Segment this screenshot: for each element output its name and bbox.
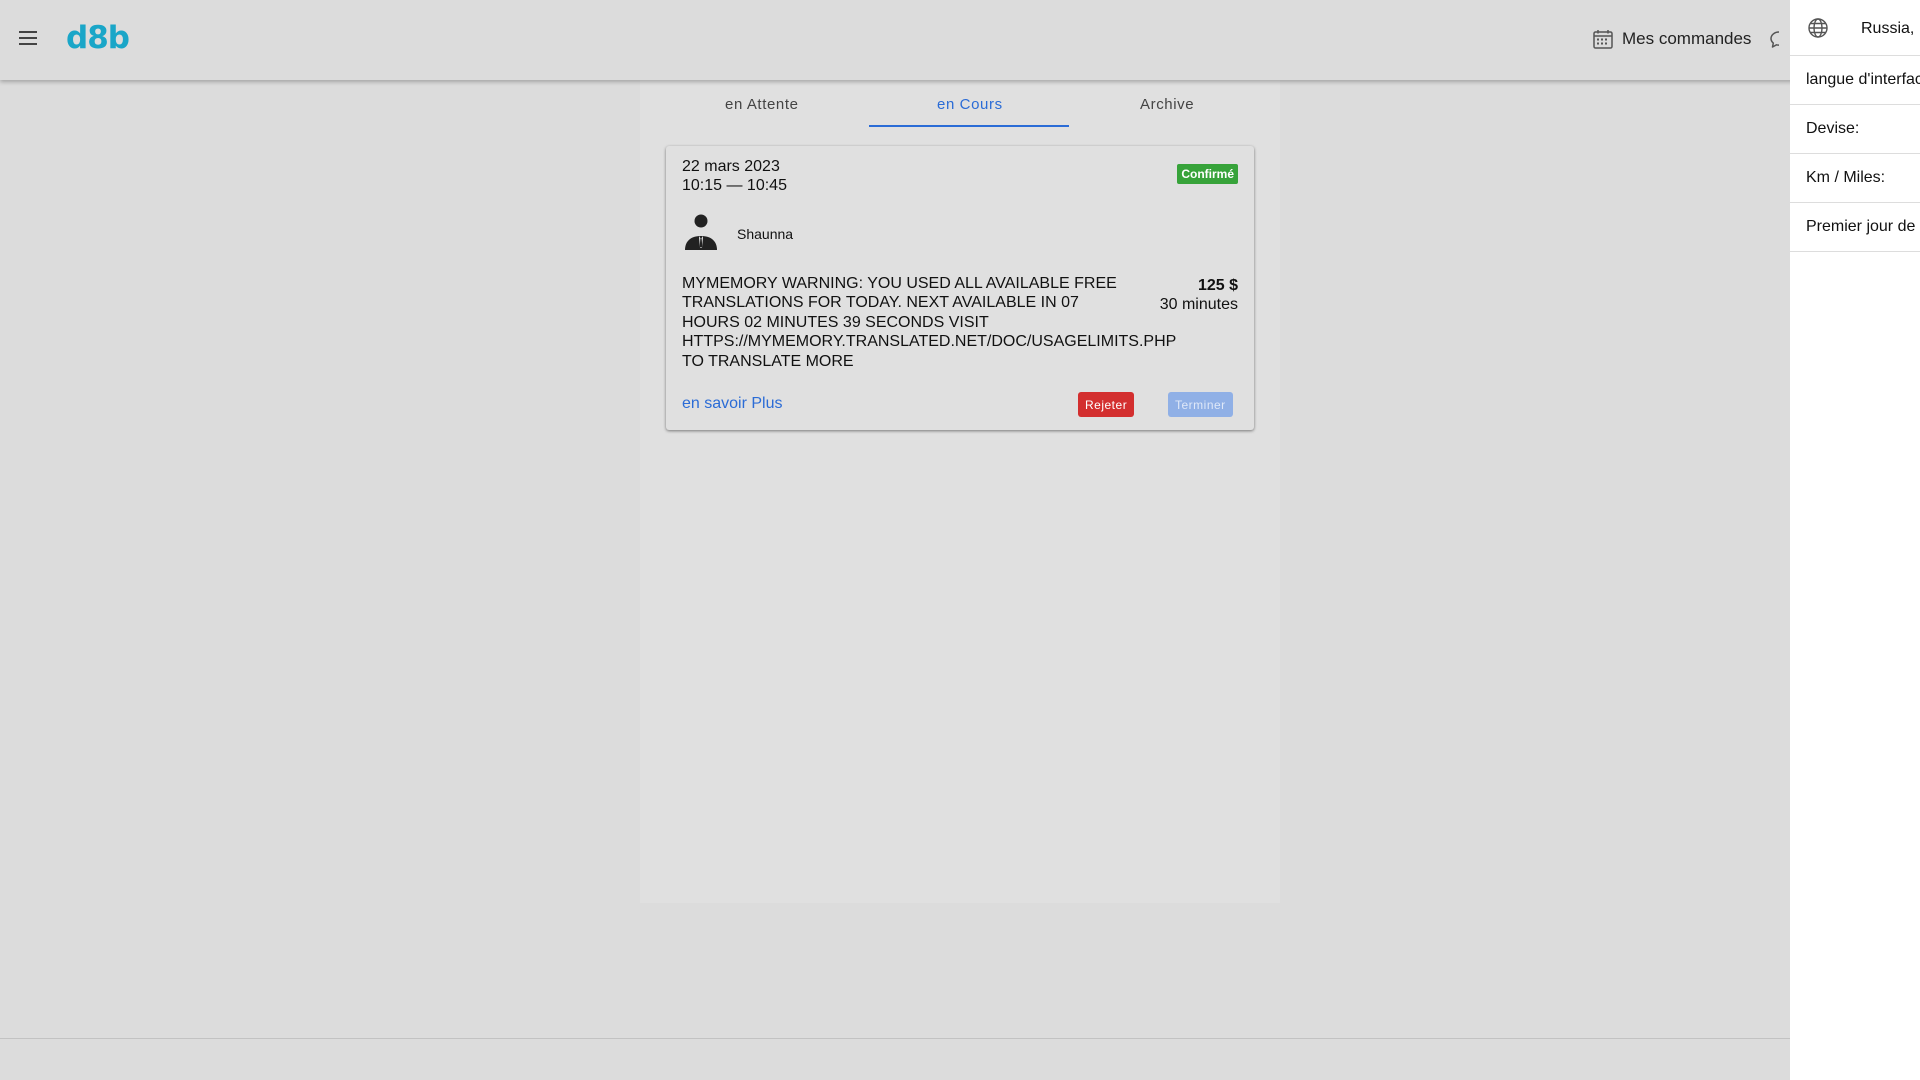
logo[interactable]: d8b (66, 20, 130, 56)
order-tabs: en Attente en Cours Archive (640, 80, 1280, 130)
finish-button[interactable]: Terminer (1168, 392, 1233, 417)
order-duration: 30 minutes (1159, 296, 1238, 313)
drawer-header[interactable]: Russia, I (1790, 0, 1920, 56)
hamburger-menu-icon[interactable] (16, 27, 40, 51)
my-orders-label: Mes commandes (1622, 29, 1752, 48)
currency-row[interactable]: Devise: (1790, 105, 1920, 154)
first-day-of-week-row[interactable]: Premier jour de la (1790, 203, 1920, 252)
interface-language-row[interactable]: langue d'interface (1790, 56, 1920, 105)
app-root: d8b Mes commandes en Attente en Cours Ar… (0, 0, 1920, 1080)
footer-divider (0, 1038, 1790, 1039)
client-name: Shaunna (737, 226, 794, 242)
order-description: MYMEMORY WARNING: YOU USED ALL AVAILABLE… (682, 275, 1177, 370)
order-datetime: 22 mars 2023 10:15 — 10:45 (682, 157, 787, 195)
order-time: 10:15 — 10:45 (682, 177, 787, 194)
country-selector[interactable]: Russia, I (1861, 20, 1920, 38)
my-orders-link[interactable]: Mes commandes (1592, 28, 1751, 50)
tab-archive[interactable]: Archive (1140, 96, 1194, 113)
active-tab-indicator (869, 125, 1069, 127)
tab-pending[interactable]: en Attente (725, 96, 799, 113)
chat-icon[interactable] (1768, 29, 1790, 51)
avatar-icon (685, 214, 717, 250)
status-badge: Confirmé (1177, 164, 1238, 184)
order-price: 125 $ (1197, 277, 1238, 294)
order-date: 22 mars 2023 (682, 158, 780, 175)
globe-icon (1808, 18, 1828, 38)
reject-button[interactable]: Rejeter (1078, 392, 1135, 417)
calendar-icon (1593, 30, 1613, 49)
distance-unit-row[interactable]: Km / Miles: (1790, 154, 1920, 203)
order-card: 22 mars 2023 10:15 — 10:45 Confirmé Shau… (666, 146, 1254, 430)
settings-drawer: Russia, I langue d'interface Devise: Km … (1790, 0, 1920, 1080)
app-bar: d8b Mes commandes (0, 0, 1920, 80)
learn-more-link[interactable]: en savoir Plus (682, 395, 783, 413)
tab-in-progress[interactable]: en Cours (937, 96, 1003, 113)
orders-panel: en Attente en Cours Archive 22 mars 2023… (640, 80, 1280, 903)
